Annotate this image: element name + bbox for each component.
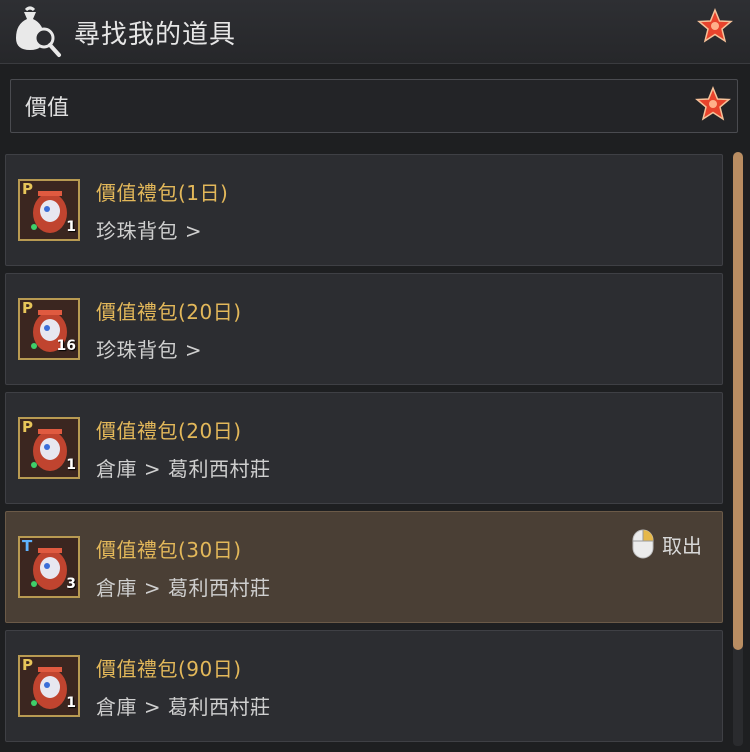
scrollbar[interactable] (733, 152, 743, 746)
list-item[interactable]: P 1 價值禮包(20日) 倉庫 > 葛利西村莊 (5, 392, 723, 504)
item-name: 價值禮包(90日) (96, 657, 242, 681)
window-title: 尋找我的道具 (74, 20, 237, 50)
item-slot: P 16 (18, 298, 80, 360)
item-type-mark: P (22, 656, 33, 674)
item-quantity: 1 (66, 457, 76, 473)
mouse-right-click-icon (632, 529, 654, 559)
item-name: 價值禮包(20日) (96, 300, 242, 324)
item-location: 倉庫 > 葛利西村莊 (96, 457, 271, 481)
item-quantity: 1 (66, 219, 76, 235)
bag-search-icon (16, 6, 61, 57)
item-name: 價值禮包(30日) (96, 538, 242, 562)
item-quantity: 3 (66, 576, 76, 592)
take-out-label: 取出 (662, 533, 702, 558)
list-item-selected[interactable]: T 3 價值禮包(30日) 倉庫 > 葛利西村莊 取出 (5, 511, 723, 623)
item-location: 倉庫 > 葛利西村莊 (96, 695, 271, 719)
search-input[interactable] (17, 87, 677, 125)
item-name: 價值禮包(1日) (96, 181, 229, 205)
star-icon[interactable] (695, 7, 735, 47)
item-type-mark: T (22, 537, 33, 555)
item-slot: P 1 (18, 179, 80, 241)
list-item[interactable]: P 1 價值禮包(90日) 倉庫 > 葛利西村莊 (5, 630, 723, 742)
result-list: P 1 價值禮包(1日) 珍珠背包 > P 16 價值禮包(20日) 珍珠背包 … (0, 148, 732, 752)
list-item[interactable]: P 16 價值禮包(20日) 珍珠背包 > (5, 273, 723, 385)
take-out-button[interactable]: 取出 (632, 528, 702, 560)
list-item[interactable]: P 1 價值禮包(1日) 珍珠背包 > (5, 154, 723, 266)
scrollbar-thumb[interactable] (733, 152, 743, 650)
item-name: 價值禮包(20日) (96, 419, 242, 443)
item-type-mark: P (22, 418, 33, 436)
item-type-mark: P (22, 180, 33, 198)
item-location: 珍珠背包 > (96, 338, 203, 362)
item-type-mark: P (22, 299, 33, 317)
star-icon[interactable] (693, 85, 733, 125)
item-quantity: 16 (56, 338, 76, 354)
item-slot: P 1 (18, 417, 80, 479)
item-location: 倉庫 > 葛利西村莊 (96, 576, 271, 600)
item-location: 珍珠背包 > (96, 219, 203, 243)
item-slot: P 1 (18, 655, 80, 717)
title-bar: 尋找我的道具 (0, 0, 750, 64)
item-slot: T 3 (18, 536, 80, 598)
search-bar (10, 79, 738, 133)
item-quantity: 1 (66, 695, 76, 711)
